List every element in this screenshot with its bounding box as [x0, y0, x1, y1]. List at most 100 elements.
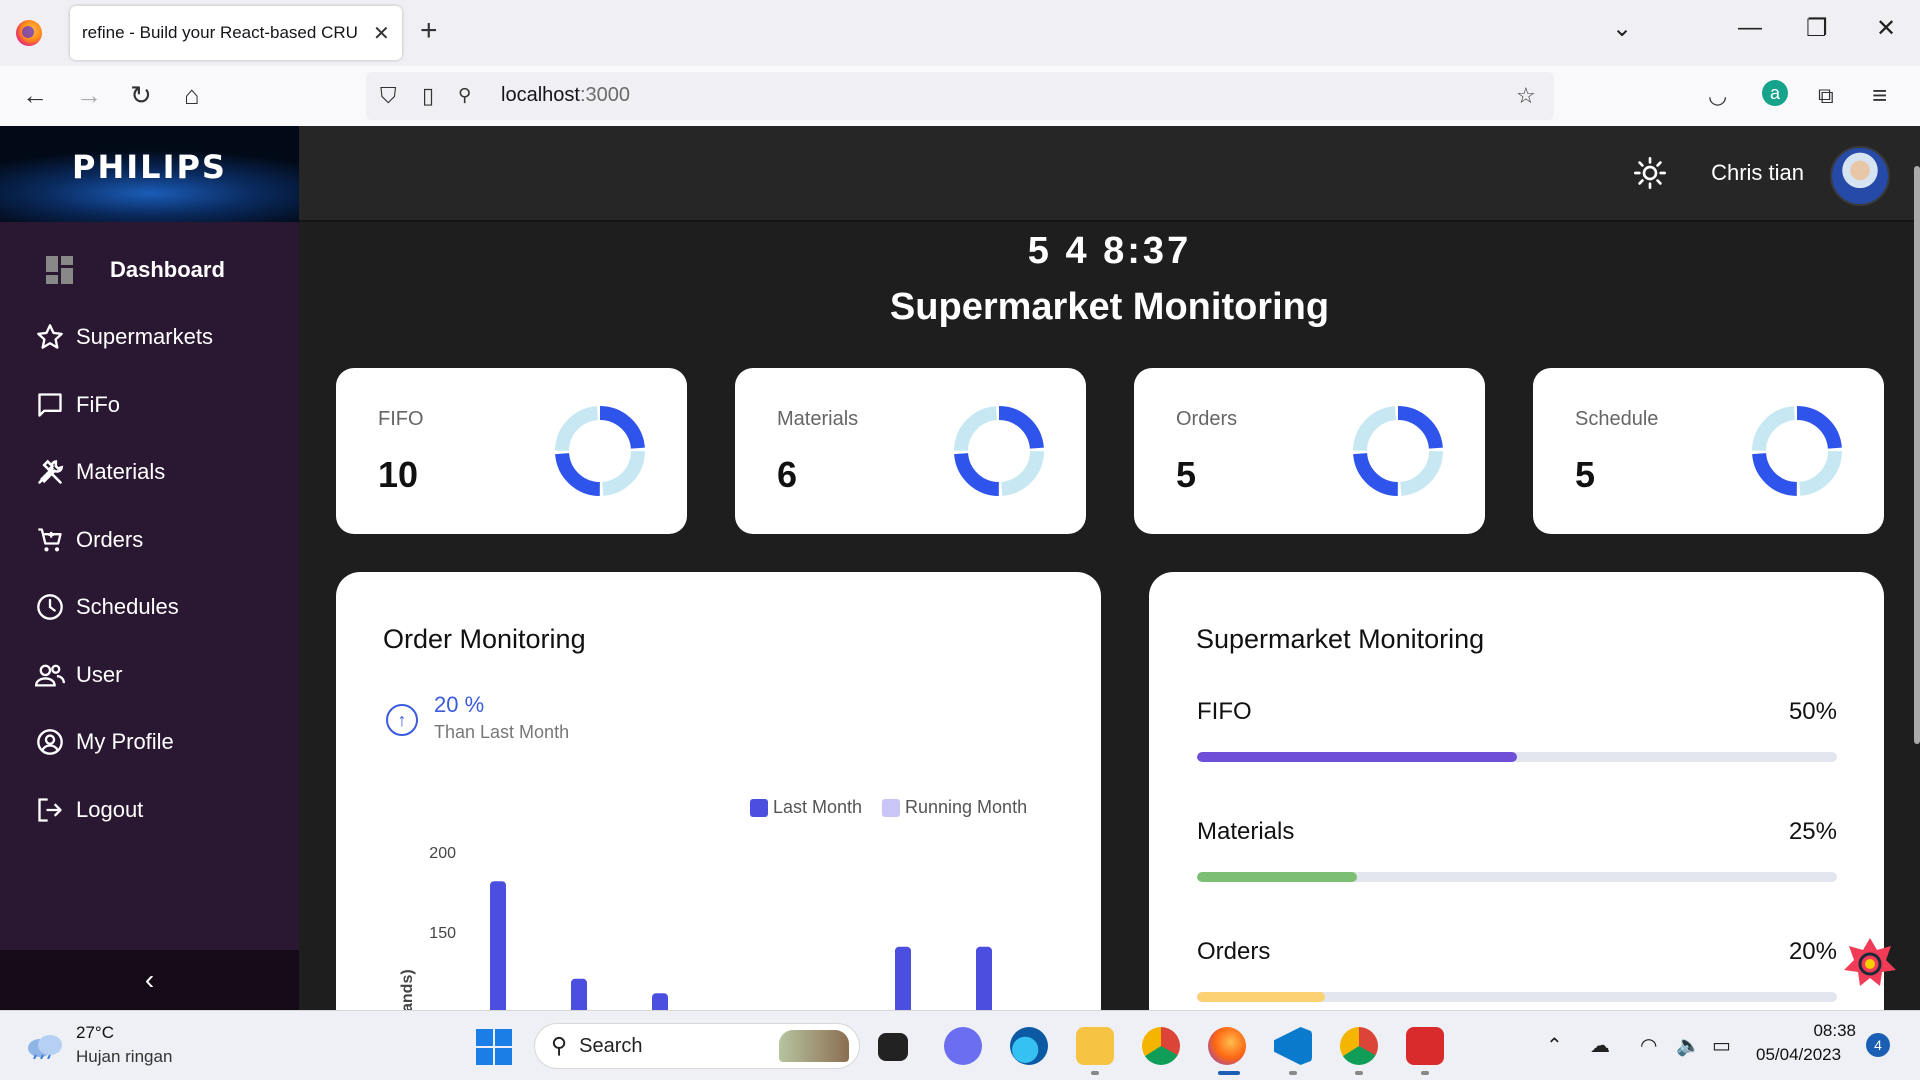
sidebar-item-logout[interactable]: Logout	[0, 776, 299, 844]
sidebar-item-supermarkets[interactable]: Supermarkets	[0, 304, 299, 372]
sidebar-item-label: My Profile	[76, 729, 174, 755]
search-placeholder: Search	[579, 1034, 643, 1057]
firefox-taskbar-icon[interactable]	[1208, 1027, 1246, 1065]
shield-icon[interactable]: ⛉	[380, 83, 397, 109]
page-icon[interactable]: ▯	[422, 83, 434, 109]
sidebar-item-fifo[interactable]: FiFo	[0, 371, 299, 439]
page-title: Supermarket Monitoring	[889, 286, 1330, 328]
battery-icon[interactable]: ▭	[1712, 1033, 1731, 1058]
volume-icon[interactable]: 🔈	[1676, 1033, 1701, 1058]
progress-fill	[1197, 752, 1517, 762]
back-button[interactable]: ←	[22, 80, 48, 111]
weather-description[interactable]: Hujan ringan	[76, 1047, 172, 1067]
clock-time[interactable]: 08:38	[1778, 1021, 1856, 1041]
restore-button[interactable]: ❐	[1806, 14, 1828, 43]
url-text[interactable]: localhost:3000	[501, 84, 630, 107]
panel-title: Supermarket Monitoring	[1196, 624, 1485, 654]
firefox-icon[interactable]	[16, 20, 42, 46]
sidebar-item-materials[interactable]: Materials	[0, 439, 299, 507]
running-indicator	[1091, 1071, 1099, 1075]
app-root: PHILIPS Dashboard Supermarkets FiFo Mate…	[0, 126, 1920, 1010]
sidebar-item-user[interactable]: User	[0, 641, 299, 709]
logout-icon	[34, 794, 66, 826]
star-icon	[34, 321, 66, 353]
notification-badge[interactable]: 4	[1866, 1033, 1890, 1057]
taskbar-search[interactable]: ⚲ Search	[534, 1023, 860, 1069]
chrome-profile-icon[interactable]	[1340, 1027, 1378, 1065]
progress-percent: 25%	[1788, 818, 1837, 845]
avatar[interactable]	[1830, 146, 1890, 206]
sidebar-item-label: Logout	[76, 796, 144, 822]
brand-logo[interactable]: PHILIPS	[0, 126, 299, 222]
url-bar[interactable]: ⛉ ▯ ⚲ localhost:3000 ☆	[366, 72, 1554, 120]
react-devtools-icon[interactable]	[1842, 934, 1898, 990]
file-explorer-icon[interactable]	[1076, 1027, 1114, 1065]
browser-tab[interactable]: refine - Build your React-based CRU ✕	[70, 6, 402, 60]
stat-value: 5	[1176, 454, 1197, 495]
supermarket-monitoring-panel: Supermarket Monitoring FIFO 50% Material…	[1149, 572, 1884, 1010]
reload-button[interactable]: ↻	[130, 80, 152, 111]
theme-toggle-sun-icon[interactable]	[1634, 157, 1666, 194]
vscode-icon[interactable]	[1274, 1027, 1312, 1065]
chart-bar	[652, 993, 668, 1010]
task-view-icon[interactable]	[878, 1033, 908, 1061]
wps-office-icon[interactable]	[1406, 1027, 1444, 1065]
stat-donut	[954, 406, 1044, 496]
sidebar-item-label: Orders	[76, 526, 144, 552]
onedrive-icon[interactable]: ☁	[1590, 1033, 1610, 1058]
extensions-puzzle-icon[interactable]: ⧉	[1818, 83, 1834, 109]
legend-running-month[interactable]: Running Month	[882, 797, 1027, 818]
home-button[interactable]: ⌂	[184, 80, 200, 111]
top-header: Chris tian	[299, 126, 1920, 222]
windows-start-icon[interactable]	[476, 1029, 512, 1065]
forward-button[interactable]: →	[76, 80, 102, 111]
chrome-icon[interactable]	[1142, 1027, 1180, 1065]
show-hidden-icons-chevron-icon[interactable]: ⌃	[1546, 1033, 1563, 1058]
live-clock: 5 4 8:37	[1027, 230, 1192, 272]
progress-track	[1197, 872, 1837, 882]
sidebar-item-label: FiFo	[76, 391, 120, 417]
sidebar-item-label: Dashboard	[110, 256, 225, 282]
sidebar-item-dashboard[interactable]: Dashboard	[0, 236, 299, 304]
sidebar-item-schedules[interactable]: Schedules	[0, 574, 299, 642]
clock-date[interactable]: 05/04/2023	[1756, 1045, 1841, 1065]
permissions-icon[interactable]: ⚲	[458, 85, 471, 106]
close-window-button[interactable]: ✕	[1876, 14, 1896, 43]
tab-list-chevron-icon[interactable]: ⌄	[1612, 14, 1632, 43]
wifi-icon[interactable]: ◠	[1640, 1033, 1657, 1058]
extension-a-icon[interactable]: a	[1762, 80, 1788, 106]
progress-fill	[1197, 992, 1325, 1002]
sidebar-menu: Dashboard Supermarkets FiFo Materials Or…	[0, 236, 299, 844]
sidebar-item-orders[interactable]: Orders	[0, 506, 299, 574]
page-scrollbar[interactable]	[1914, 166, 1920, 744]
brand-text: PHILIPS	[72, 148, 227, 186]
close-tab-icon[interactable]: ✕	[373, 21, 390, 46]
stat-label: Schedule	[1575, 408, 1659, 430]
legend-last-month[interactable]: Last Month	[750, 797, 862, 818]
running-indicator	[1289, 1071, 1297, 1075]
app-menu-icon[interactable]: ≡	[1872, 80, 1887, 111]
stat-label: Orders	[1176, 408, 1238, 430]
search-icon: ⚲	[551, 1033, 568, 1058]
minimize-button[interactable]: —	[1738, 14, 1762, 42]
stat-card-orders[interactable]: Orders 5	[1134, 368, 1485, 534]
pocket-icon[interactable]: ◡	[1708, 83, 1727, 109]
stat-card-fifo[interactable]: FIFO 10	[336, 368, 687, 534]
progress-percent: 50%	[1788, 698, 1837, 725]
trend-percentage: 20 %	[434, 692, 485, 717]
new-tab-button[interactable]: +	[420, 14, 438, 48]
bookmark-star-icon[interactable]: ☆	[1516, 83, 1536, 109]
users-icon	[34, 659, 66, 691]
teams-chat-icon[interactable]	[944, 1027, 982, 1065]
weather-temperature[interactable]: 27°C	[76, 1023, 114, 1043]
stat-label: FIFO	[378, 408, 424, 430]
sidebar-collapse-button[interactable]: ‹	[0, 950, 299, 1010]
sidebar-item-my-profile[interactable]: My Profile	[0, 709, 299, 777]
edge-icon[interactable]	[1010, 1027, 1048, 1065]
weather-cloud-icon[interactable]	[26, 1033, 64, 1059]
chart-bar	[976, 946, 992, 1010]
stat-card-schedule[interactable]: Schedule 5	[1533, 368, 1884, 534]
progress-label: Orders	[1197, 938, 1271, 965]
order-bar-chart: 200 150 ands)	[399, 845, 992, 1010]
stat-card-materials[interactable]: Materials 6	[735, 368, 1086, 534]
